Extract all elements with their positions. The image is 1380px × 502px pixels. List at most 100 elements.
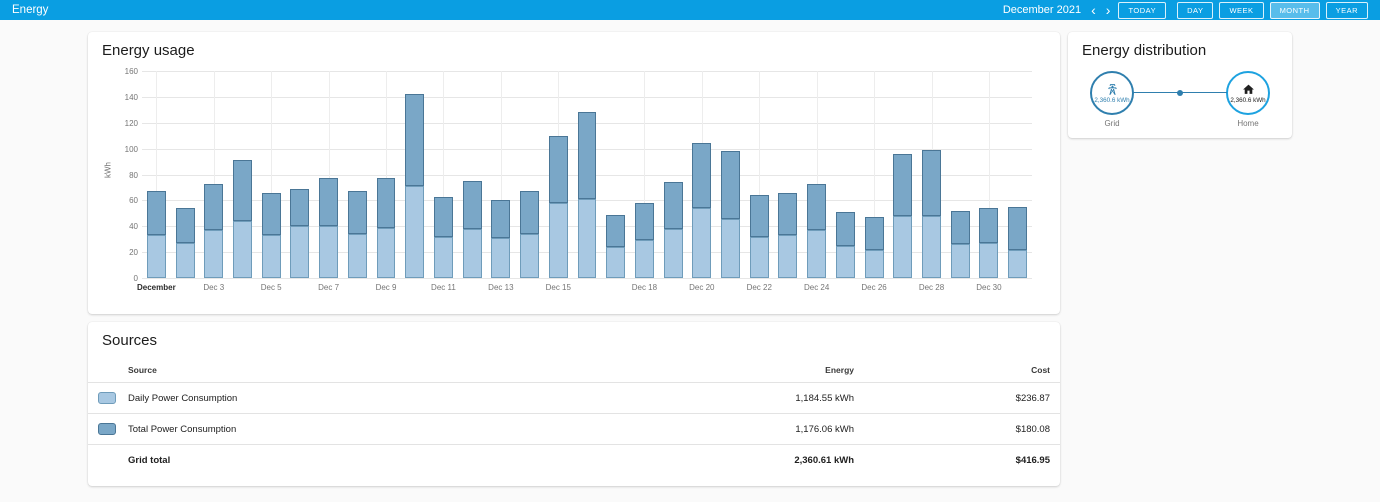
bar-segment[interactable] bbox=[347, 191, 367, 235]
bar-segment[interactable] bbox=[749, 195, 769, 237]
bar-segment[interactable] bbox=[634, 240, 654, 278]
week-button[interactable]: WEEK bbox=[1219, 1, 1264, 19]
energy-usage-chart: kWh 0 20 40 60 80 100 120 140 160 December Dec 3 De… bbox=[102, 61, 1046, 304]
day-button[interactable]: DAY bbox=[1177, 1, 1214, 19]
bar-segment[interactable] bbox=[979, 243, 999, 278]
bar-segment[interactable] bbox=[807, 183, 827, 231]
y-tick-label: 80 bbox=[129, 170, 138, 180]
x-tick-label: December bbox=[137, 283, 176, 292]
bar-segment[interactable] bbox=[520, 191, 540, 235]
source-energy: 1,184.55 kWh bbox=[795, 392, 854, 404]
bar-segment[interactable] bbox=[290, 226, 310, 278]
bar-segment[interactable] bbox=[778, 192, 798, 236]
bar-segment[interactable] bbox=[233, 221, 252, 278]
bar-segment[interactable] bbox=[433, 196, 453, 237]
chart-plot-area[interactable] bbox=[142, 71, 1032, 279]
x-tick-label: Dec 13 bbox=[488, 283, 514, 292]
y-tick-label: 100 bbox=[124, 144, 138, 154]
bar-segment[interactable] bbox=[922, 149, 941, 216]
grid-node: 2,360.6 kWh Grid bbox=[1086, 71, 1138, 128]
bar-segment[interactable] bbox=[433, 236, 453, 278]
bar-segment[interactable] bbox=[347, 234, 367, 278]
bar-segment[interactable] bbox=[233, 160, 252, 222]
bar-segment[interactable] bbox=[491, 237, 511, 278]
energy-flow-diagram: 2,360.6 kWh Grid 2,360.6 kWh Home bbox=[1082, 71, 1278, 128]
bar-segment[interactable] bbox=[204, 183, 224, 231]
sources-card: Sources Source Energy Cost Daily Power C… bbox=[88, 322, 1060, 486]
bar-segment[interactable] bbox=[146, 191, 166, 236]
flow-line bbox=[1133, 92, 1227, 93]
bar-segment[interactable] bbox=[807, 230, 827, 278]
bar-segment[interactable] bbox=[778, 235, 798, 278]
bar-segment[interactable] bbox=[548, 202, 568, 278]
bar-segment[interactable] bbox=[950, 210, 970, 245]
bar-segment[interactable] bbox=[634, 202, 654, 241]
today-button[interactable]: TODAY bbox=[1118, 1, 1167, 19]
bar-segment[interactable] bbox=[376, 227, 396, 278]
bar-segment[interactable] bbox=[376, 178, 396, 228]
bar-segment[interactable] bbox=[175, 208, 195, 244]
bar-segment[interactable] bbox=[749, 236, 769, 278]
bar-segment[interactable] bbox=[922, 215, 941, 278]
bar-segment[interactable] bbox=[1008, 206, 1028, 250]
x-tick-label: Dec 20 bbox=[689, 283, 715, 292]
bar-segment[interactable] bbox=[606, 214, 626, 247]
col-cost: Cost bbox=[1031, 364, 1050, 375]
bar-segment[interactable] bbox=[146, 235, 166, 278]
bar-segment[interactable] bbox=[405, 94, 425, 187]
bar-segment[interactable] bbox=[175, 243, 195, 278]
bar-segment[interactable] bbox=[893, 215, 913, 278]
y-tick-label: 20 bbox=[129, 248, 138, 258]
bar-segment[interactable] bbox=[462, 228, 482, 278]
bar-segment[interactable] bbox=[462, 180, 482, 229]
bar-segment[interactable] bbox=[663, 182, 683, 229]
left-column: Energy usage kWh 0 20 40 60 80 100 120 140 160 De… bbox=[88, 32, 1060, 486]
bar-segment[interactable] bbox=[835, 212, 855, 246]
header-controls: December 2021 ‹ › TODAY DAY WEEK MONTH Y… bbox=[1003, 1, 1368, 19]
year-button[interactable]: YEAR bbox=[1325, 1, 1368, 19]
bar-segment[interactable] bbox=[950, 244, 970, 278]
y-tick-label: 60 bbox=[129, 196, 138, 206]
x-tick-label: Dec 15 bbox=[545, 283, 571, 292]
bar-segment[interactable] bbox=[721, 218, 740, 278]
bar-segment[interactable] bbox=[577, 199, 597, 278]
energy-usage-card: Energy usage kWh 0 20 40 60 80 100 120 140 160 De… bbox=[88, 32, 1060, 314]
h-gridline bbox=[142, 71, 1032, 72]
bar-segment[interactable] bbox=[979, 208, 999, 244]
bar-segment[interactable] bbox=[405, 186, 425, 278]
total-cost: $416.95 bbox=[1015, 455, 1050, 466]
y-tick-label: 40 bbox=[129, 222, 138, 232]
month-button[interactable]: MONTH bbox=[1269, 1, 1320, 19]
bar-segment[interactable] bbox=[864, 249, 884, 278]
x-tick-label: Dec 28 bbox=[918, 283, 945, 292]
bar-segment[interactable] bbox=[692, 143, 712, 209]
usage-card-title: Energy usage bbox=[102, 42, 195, 59]
bar-segment[interactable] bbox=[721, 151, 740, 219]
page-title: Energy bbox=[12, 4, 49, 16]
bar-segment[interactable] bbox=[606, 246, 626, 278]
bar-segment[interactable] bbox=[491, 200, 511, 238]
h-gridline bbox=[142, 278, 1032, 279]
bar-segment[interactable] bbox=[692, 208, 712, 278]
distribution-card-title: Energy distribution bbox=[1082, 42, 1207, 59]
bar-segment[interactable] bbox=[577, 112, 597, 200]
prev-period-button[interactable]: ‹ bbox=[1089, 3, 1098, 17]
source-cost: $236.87 bbox=[1015, 392, 1050, 404]
bar-segment[interactable] bbox=[204, 230, 224, 278]
bar-segment[interactable] bbox=[663, 228, 683, 278]
x-tick-label: Dec 30 bbox=[976, 283, 1002, 292]
bar-segment[interactable] bbox=[261, 235, 281, 278]
table-row: Daily Power Consumption 1,184.55 kWh $23… bbox=[88, 383, 1060, 414]
bar-segment[interactable] bbox=[319, 226, 339, 278]
next-period-button[interactable]: › bbox=[1104, 3, 1113, 17]
bar-segment[interactable] bbox=[520, 234, 540, 278]
bar-segment[interactable] bbox=[319, 178, 339, 227]
bar-segment[interactable] bbox=[893, 153, 913, 216]
bar-segment[interactable] bbox=[1008, 249, 1028, 278]
bar-segment[interactable] bbox=[548, 135, 568, 203]
bar-segment[interactable] bbox=[864, 217, 884, 250]
bar-segment[interactable] bbox=[290, 188, 310, 227]
bar-segment[interactable] bbox=[835, 245, 855, 278]
series-swatch-daily bbox=[98, 392, 116, 404]
bar-segment[interactable] bbox=[261, 192, 281, 236]
